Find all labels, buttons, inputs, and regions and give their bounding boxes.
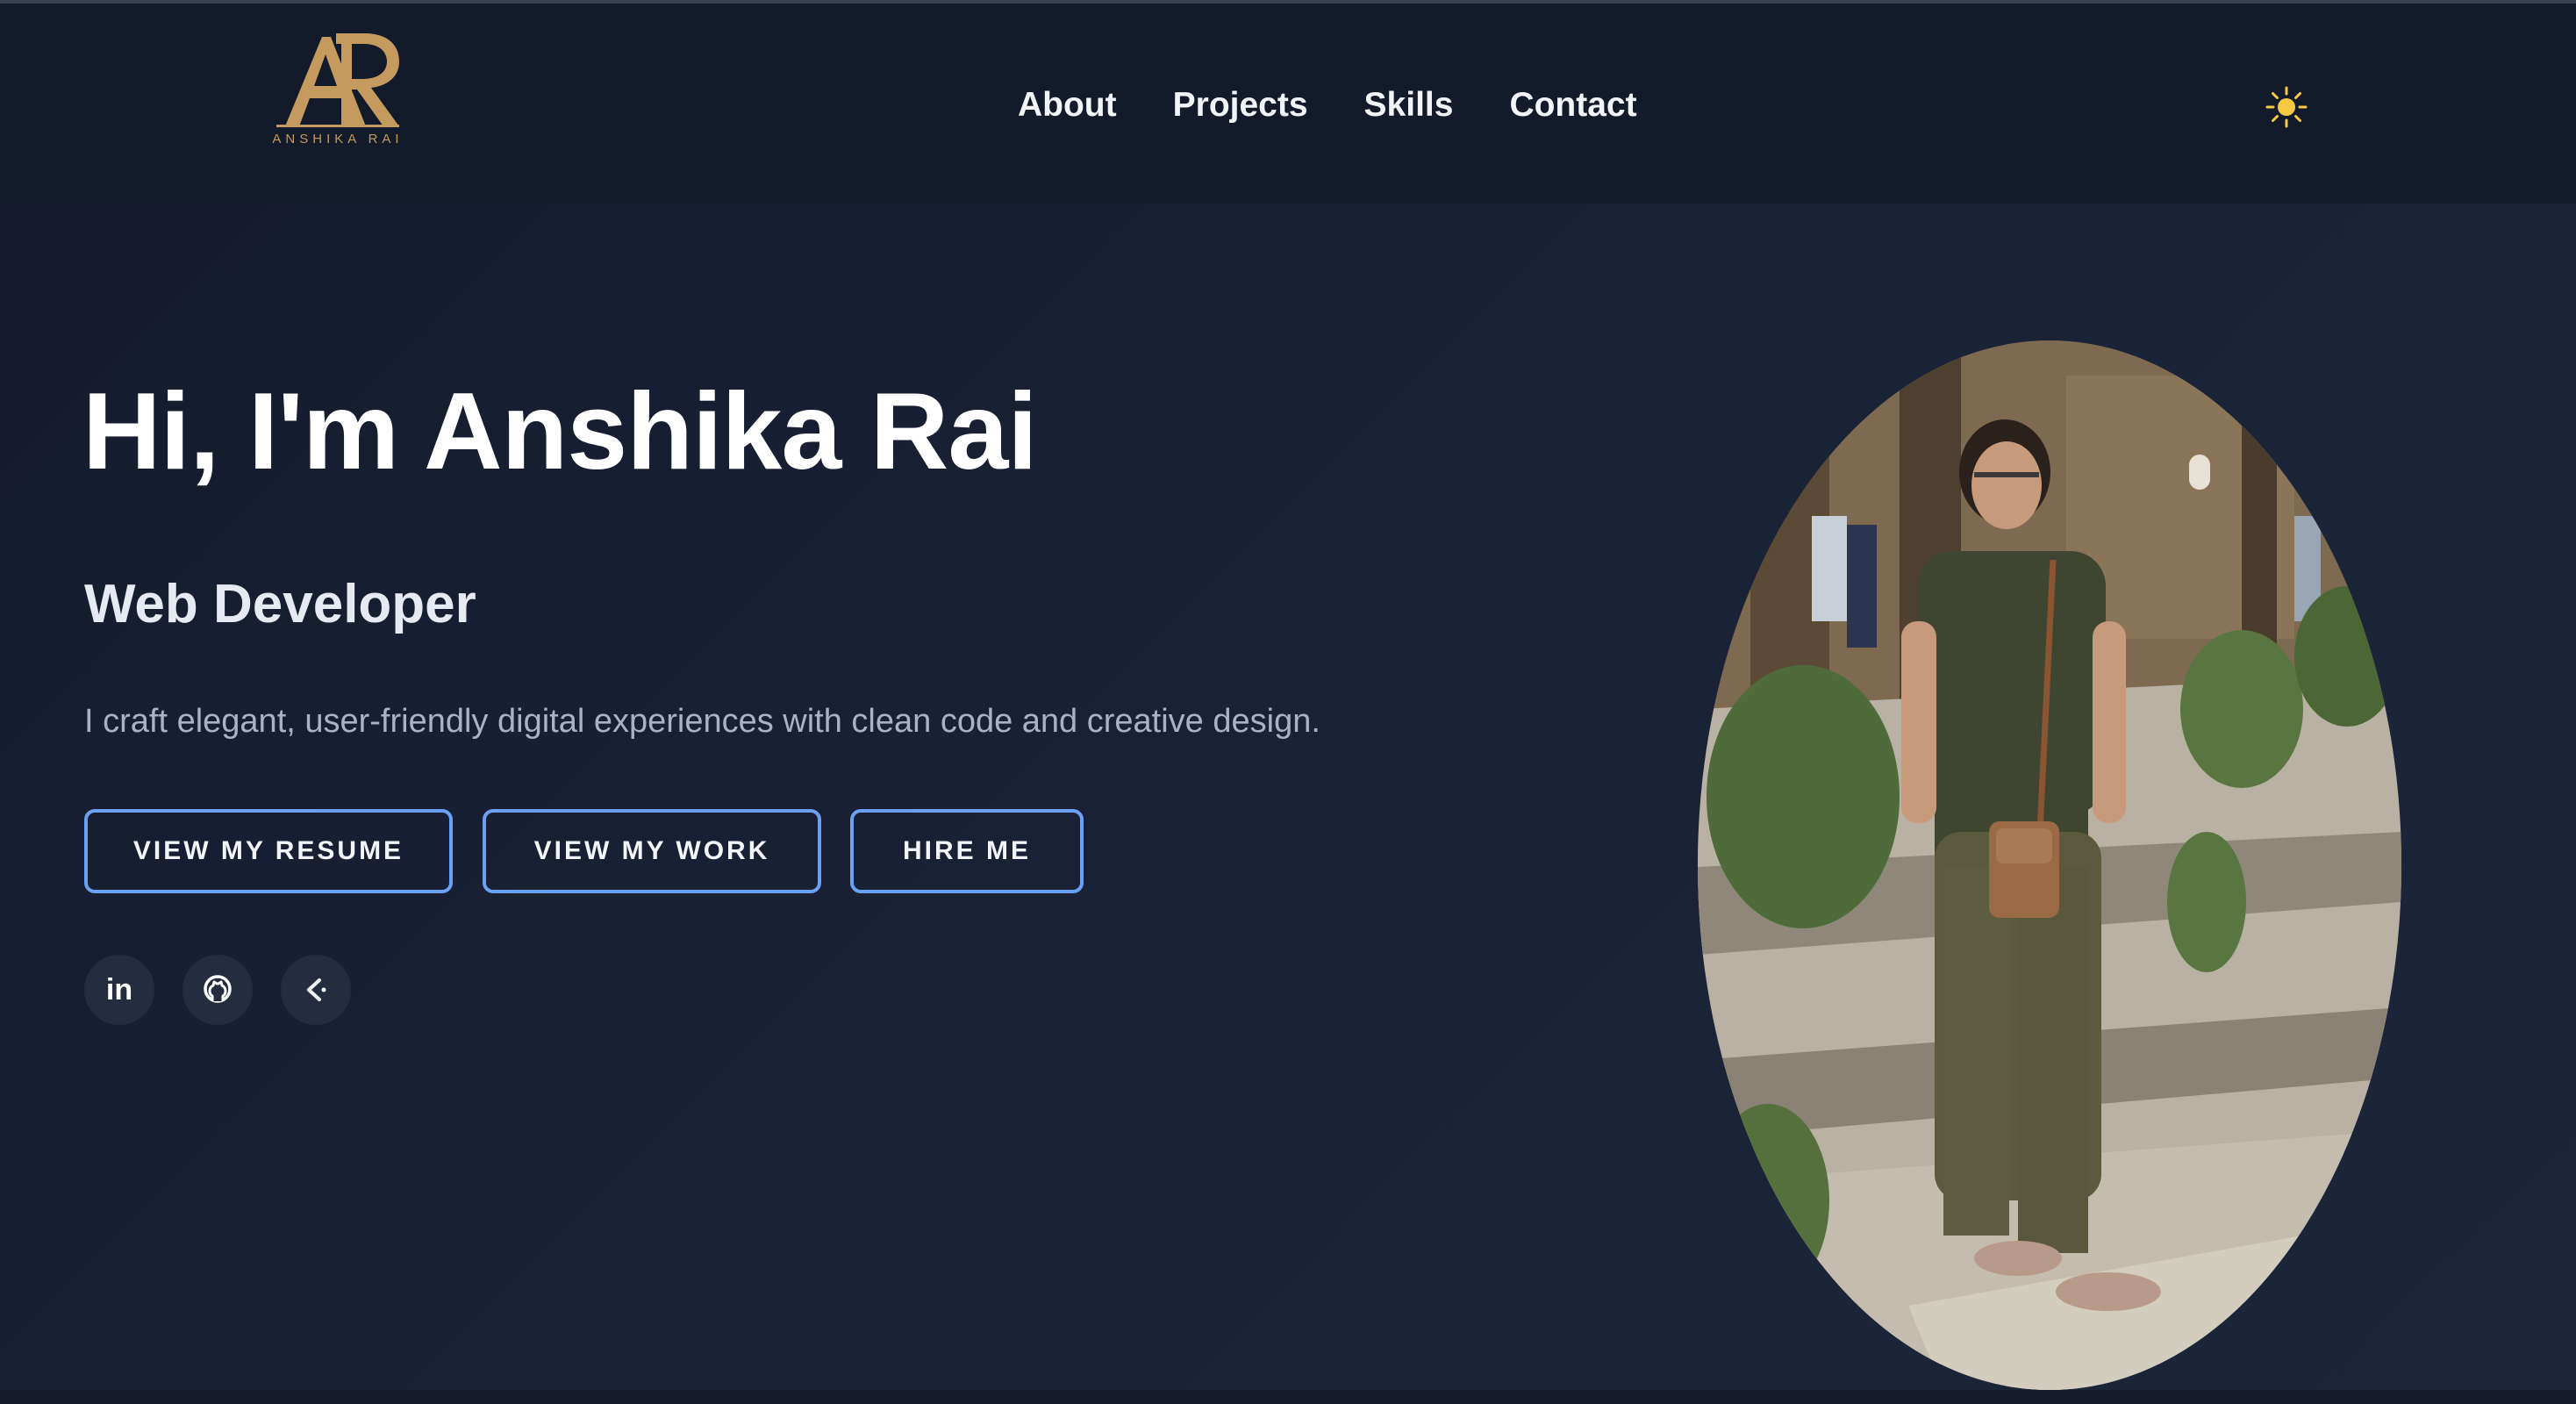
hero-description: I craft elegant, user-friendly digital e…	[84, 703, 1320, 740]
view-work-button[interactable]: VIEW MY WORK	[483, 809, 821, 893]
profile-photo	[1698, 340, 2401, 1390]
site-header: ANSHIKA RAI About Projects Skills Contac…	[0, 4, 2576, 204]
view-resume-button[interactable]: VIEW MY RESUME	[84, 809, 453, 893]
portfolio-link[interactable]	[281, 955, 351, 1025]
theme-toggle-button[interactable]	[2264, 84, 2309, 130]
logo-caption: ANSHIKA RAI	[272, 132, 404, 147]
logo-monogram	[276, 33, 399, 127]
portfolio-page: ANSHIKA RAI About Projects Skills Contac…	[0, 0, 2576, 1404]
logo[interactable]: ANSHIKA RAI	[268, 28, 408, 160]
hire-me-button[interactable]: HIRE ME	[850, 809, 1084, 893]
page-bottom-edge	[0, 1390, 2576, 1404]
github-link[interactable]	[182, 955, 253, 1025]
github-icon	[204, 975, 232, 1003]
portfolio-arrow-icon	[307, 978, 326, 1001]
hero-title: Hi, I'm Anshika Rai	[82, 371, 1038, 492]
linkedin-link[interactable]: in	[84, 955, 154, 1025]
nav-about[interactable]: About	[1018, 86, 1117, 125]
hero-subtitle: Web Developer	[84, 574, 476, 634]
nav-skills[interactable]: Skills	[1364, 86, 1454, 125]
nav-contact[interactable]: Contact	[1509, 86, 1636, 125]
sun-icon	[2265, 86, 2308, 128]
main-nav: About Projects Skills Contact	[1018, 79, 1637, 132]
profile-photo-illustration	[1698, 340, 2401, 1390]
nav-projects[interactable]: Projects	[1173, 86, 1308, 125]
linkedin-icon: in	[105, 972, 133, 1006]
